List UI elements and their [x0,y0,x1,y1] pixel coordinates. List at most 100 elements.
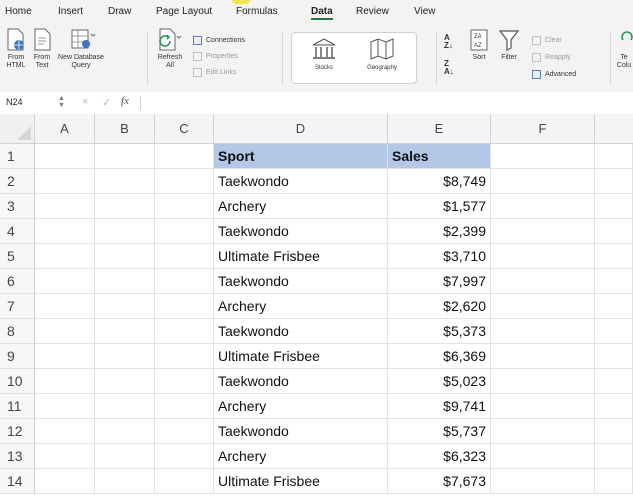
connections-button[interactable]: Connections [193,36,245,45]
cell-f11[interactable] [491,394,595,419]
cell-a14[interactable] [35,469,95,494]
cell-e9[interactable]: $6,369 [388,344,491,369]
cell-e4[interactable]: $2,399 [388,219,491,244]
tab-review[interactable]: Review [356,6,389,17]
cell-c5[interactable] [155,244,214,269]
cell-d14[interactable]: Ultimate Frisbee [214,469,388,494]
cell-f2[interactable] [491,169,595,194]
column-header-c[interactable]: C [155,114,214,144]
cell-d7[interactable]: Archery [214,294,388,319]
cell-f9[interactable] [491,344,595,369]
properties-button[interactable]: Properties [193,52,238,61]
cell-e3[interactable]: $1,577 [388,194,491,219]
tab-page-layout[interactable]: Page Layout [156,6,212,17]
row-header-12[interactable]: 12 [0,419,35,444]
from-text-button[interactable]: From Text [30,28,54,70]
cell-g10[interactable] [595,369,633,394]
column-header-d[interactable]: D [214,114,388,144]
cell-b13[interactable] [95,444,155,469]
row-header-9[interactable]: 9 [0,344,35,369]
cell-b10[interactable] [95,369,155,394]
cell-b1[interactable] [95,144,155,169]
row-header-5[interactable]: 5 [0,244,35,269]
cell-a8[interactable] [35,319,95,344]
row-header-2[interactable]: 2 [0,169,35,194]
cell-a1[interactable] [35,144,95,169]
cell-a12[interactable] [35,419,95,444]
row-header-10[interactable]: 10 [0,369,35,394]
from-html-button[interactable]: From HTML [4,28,28,70]
cell-g9[interactable] [595,344,633,369]
filter-button[interactable]: Filter [496,28,522,62]
cell-g13[interactable] [595,444,633,469]
cell-g2[interactable] [595,169,633,194]
insert-function-icon[interactable]: fx [121,95,129,107]
cell-a5[interactable] [35,244,95,269]
reapply-button[interactable]: Reapply [532,53,571,62]
row-header-8[interactable]: 8 [0,319,35,344]
row-header-3[interactable]: 3 [0,194,35,219]
cell-c1[interactable] [155,144,214,169]
cell-f6[interactable] [491,269,595,294]
cell-g8[interactable] [595,319,633,344]
cell-e14[interactable]: $7,673 [388,469,491,494]
cell-a6[interactable] [35,269,95,294]
cell-c13[interactable] [155,444,214,469]
tab-formulas[interactable]: Formulas [236,6,278,17]
cell-d8[interactable]: Taekwondo [214,319,388,344]
cell-f8[interactable] [491,319,595,344]
row-header-14[interactable]: 14 [0,469,35,494]
column-header-b[interactable]: B [95,114,155,144]
tab-insert[interactable]: Insert [58,6,83,17]
cell-c10[interactable] [155,369,214,394]
cell-f3[interactable] [491,194,595,219]
cell-f14[interactable] [491,469,595,494]
cell-c11[interactable] [155,394,214,419]
cell-c2[interactable] [155,169,214,194]
cell-e2[interactable]: $8,749 [388,169,491,194]
name-box-stepper-icon[interactable]: ▲ ▼ [58,95,65,109]
cell-e10[interactable]: $5,023 [388,369,491,394]
cell-d5[interactable]: Ultimate Frisbee [214,244,388,269]
column-header-g[interactable] [595,114,633,144]
cell-b11[interactable] [95,394,155,419]
row-header-7[interactable]: 7 [0,294,35,319]
tab-draw[interactable]: Draw [108,6,131,17]
cell-b7[interactable] [95,294,155,319]
cell-g12[interactable] [595,419,633,444]
cell-f13[interactable] [491,444,595,469]
cell-g14[interactable] [595,469,633,494]
cell-a4[interactable] [35,219,95,244]
cell-g3[interactable] [595,194,633,219]
cell-c7[interactable] [155,294,214,319]
cell-d13[interactable]: Archery [214,444,388,469]
cell-g11[interactable] [595,394,633,419]
column-header-f[interactable]: F [491,114,595,144]
cell-f7[interactable] [491,294,595,319]
cell-g4[interactable] [595,219,633,244]
cell-b5[interactable] [95,244,155,269]
cell-b12[interactable] [95,419,155,444]
cell-f4[interactable] [491,219,595,244]
cell-g5[interactable] [595,244,633,269]
advanced-filter-button[interactable]: Advanced [532,70,576,79]
cell-d9[interactable]: Ultimate Frisbee [214,344,388,369]
row-header-13[interactable]: 13 [0,444,35,469]
stocks-button[interactable]: Stocks [298,37,350,71]
cell-e13[interactable]: $6,323 [388,444,491,469]
cell-a3[interactable] [35,194,95,219]
cell-a2[interactable] [35,169,95,194]
row-header-1[interactable]: 1 [0,144,35,169]
cell-a7[interactable] [35,294,95,319]
cancel-entry-icon[interactable]: × [82,96,88,108]
cell-d3[interactable]: Archery [214,194,388,219]
cell-e8[interactable]: $5,373 [388,319,491,344]
cell-d6[interactable]: Taekwondo [214,269,388,294]
row-header-6[interactable]: 6 [0,269,35,294]
cell-a11[interactable] [35,394,95,419]
name-box[interactable]: N24 [6,97,23,107]
clear-filter-button[interactable]: Clear [532,36,562,45]
enter-check-icon[interactable]: ✓ [102,96,111,109]
cell-b2[interactable] [95,169,155,194]
cell-e11[interactable]: $9,741 [388,394,491,419]
